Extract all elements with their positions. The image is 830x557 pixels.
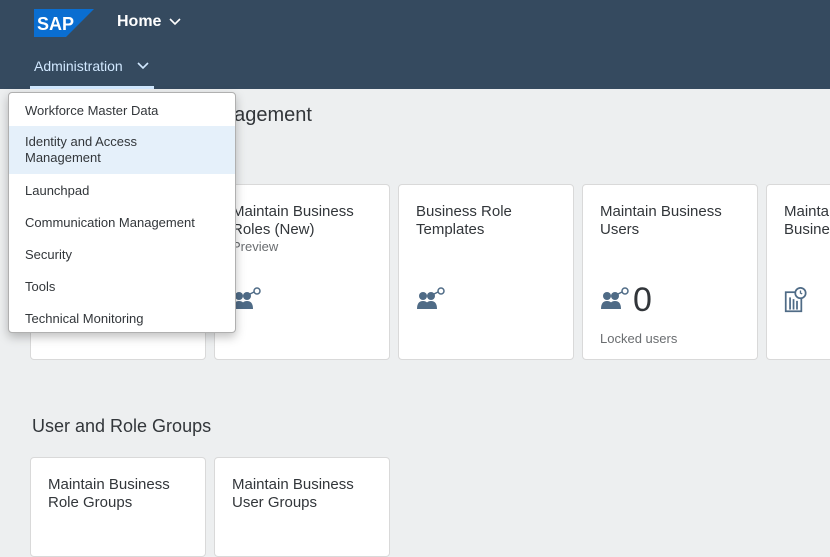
tile-maintain-business-role-groups[interactable]: Maintain Business Role Groups bbox=[30, 457, 206, 557]
tile-subtitle: Preview bbox=[232, 239, 279, 254]
menu-item-tools[interactable]: Tools bbox=[9, 270, 235, 302]
tile-footer: Locked users bbox=[600, 331, 678, 346]
building-clock-icon bbox=[784, 287, 807, 313]
tile-maintain-business-roles-new[interactable]: Maintain Business Roles (New) Preview bbox=[214, 184, 390, 360]
tile-maintain-business-users[interactable]: Maintain Business Users 0 Locked users bbox=[582, 184, 758, 360]
tile-title: Business Role Templates bbox=[416, 203, 512, 238]
menu-item-security[interactable]: Security bbox=[9, 238, 235, 270]
locked-users-count: 0 bbox=[633, 281, 652, 319]
tile-business-role-templates[interactable]: Business Role Templates bbox=[398, 184, 574, 360]
shell-header: SAP Home Administration bbox=[0, 0, 830, 89]
home-label: Home bbox=[117, 13, 162, 30]
logo-text: SAP bbox=[37, 14, 74, 34]
home-menu-button[interactable]: Home bbox=[117, 13, 182, 31]
administration-dropdown-menu: Workforce Master Data Identity and Acces… bbox=[8, 92, 236, 333]
subnav-administration[interactable]: Administration bbox=[34, 58, 149, 74]
menu-item-communication-management[interactable]: Communication Management bbox=[9, 206, 235, 238]
tile-title: Maintain Business Roles (New) bbox=[232, 203, 354, 238]
menu-item-identity-and-access-management[interactable]: Identity and Access Management bbox=[9, 126, 235, 174]
menu-item-launchpad[interactable]: Launchpad bbox=[9, 174, 235, 206]
menu-item-workforce-master-data[interactable]: Workforce Master Data bbox=[9, 94, 235, 126]
business-role-key-icon bbox=[417, 287, 445, 309]
chevron-down-icon bbox=[137, 62, 149, 70]
tile-title: Maintain Business User Groups bbox=[232, 476, 354, 511]
subnav-label: Administration bbox=[34, 58, 123, 74]
chevron-down-icon bbox=[169, 18, 182, 26]
business-role-key-icon bbox=[601, 287, 629, 309]
business-role-key-icon bbox=[233, 287, 261, 309]
tile-title: Mainta Busine bbox=[784, 203, 830, 238]
tile-title: Maintain Business Role Groups bbox=[48, 476, 170, 511]
subnav-active-indicator bbox=[30, 86, 154, 89]
tile-maintain-business-partial[interactable]: Mainta Busine bbox=[766, 184, 830, 360]
sap-logo[interactable]: SAP bbox=[34, 9, 94, 37]
section-title: User and Role Groups bbox=[32, 416, 212, 436]
menu-item-technical-monitoring[interactable]: Technical Monitoring bbox=[9, 302, 235, 334]
tile-title: Maintain Business Users bbox=[600, 203, 722, 238]
tile-maintain-business-user-groups[interactable]: Maintain Business User Groups bbox=[214, 457, 390, 557]
